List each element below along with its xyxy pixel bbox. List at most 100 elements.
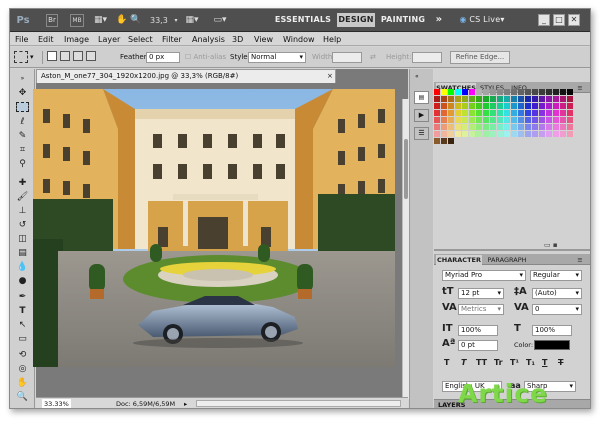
color-swatch[interactable] <box>518 89 524 95</box>
color-swatch[interactable] <box>539 117 545 123</box>
color-swatch[interactable] <box>504 110 510 116</box>
menu-help[interactable]: Help <box>323 33 341 46</box>
feather-input[interactable]: 0 px <box>146 52 180 63</box>
pen-tool-icon[interactable]: ✒ <box>14 291 31 303</box>
3d-orbit-tool-icon[interactable]: ◎ <box>14 363 31 375</box>
color-swatch[interactable] <box>525 103 531 109</box>
color-swatch[interactable] <box>441 89 447 95</box>
color-swatch[interactable] <box>532 117 538 123</box>
color-swatch[interactable] <box>448 89 454 95</box>
type-tool-icon[interactable]: T <box>14 305 31 317</box>
color-swatch[interactable] <box>546 117 552 123</box>
color-swatch[interactable] <box>525 89 531 95</box>
color-swatch[interactable] <box>567 89 573 95</box>
color-swatch[interactable] <box>490 89 496 95</box>
color-swatch[interactable] <box>539 110 545 116</box>
color-swatch[interactable] <box>504 89 510 95</box>
color-swatch[interactable] <box>469 89 475 95</box>
zoom-tool-icon[interactable]: 🔍 <box>130 14 142 27</box>
collapse-tools-icon[interactable]: » <box>14 73 31 85</box>
color-swatch[interactable] <box>532 103 538 109</box>
spot-healing-tool-icon[interactable]: ✚ <box>14 177 31 189</box>
color-swatch[interactable] <box>567 103 573 109</box>
color-swatch[interactable] <box>553 117 559 123</box>
brushes-panel-icon[interactable]: ☰ <box>414 127 429 140</box>
scrollbar-thumb[interactable] <box>404 139 408 199</box>
3d-rotate-tool-icon[interactable]: ⟲ <box>14 349 31 361</box>
color-swatch[interactable] <box>483 110 489 116</box>
color-swatch[interactable] <box>448 131 454 137</box>
color-swatch[interactable] <box>469 124 475 130</box>
color-swatch[interactable] <box>441 103 447 109</box>
close-document-icon[interactable]: × <box>327 71 333 82</box>
color-swatch[interactable] <box>560 117 566 123</box>
strikethrough-icon[interactable]: T <box>558 358 563 368</box>
mini-bridge-icon[interactable]: MB <box>70 14 84 27</box>
path-selection-tool-icon[interactable]: ↖ <box>14 319 31 331</box>
workspace-painting[interactable]: PAINTING <box>380 13 426 27</box>
color-swatch[interactable] <box>497 96 503 102</box>
color-swatch[interactable] <box>441 131 447 137</box>
color-swatch[interactable] <box>518 96 524 102</box>
color-swatch[interactable] <box>553 110 559 116</box>
color-swatch[interactable] <box>476 89 482 95</box>
color-swatch[interactable] <box>511 117 517 123</box>
color-swatch[interactable] <box>462 124 468 130</box>
color-swatch[interactable] <box>525 96 531 102</box>
all-caps-icon[interactable]: TT <box>476 358 487 368</box>
color-swatch[interactable] <box>476 117 482 123</box>
horizontal-scrollbar[interactable] <box>196 400 401 407</box>
underline-icon[interactable]: T <box>542 358 547 368</box>
color-swatch[interactable] <box>490 131 496 137</box>
color-swatch[interactable] <box>546 103 552 109</box>
color-swatch[interactable] <box>441 110 447 116</box>
color-swatch[interactable] <box>441 124 447 130</box>
color-swatch[interactable] <box>462 110 468 116</box>
color-swatch[interactable] <box>532 89 538 95</box>
faux-italic-icon[interactable]: T <box>461 358 466 368</box>
close-button[interactable]: ✕ <box>568 14 580 26</box>
color-swatch[interactable] <box>483 96 489 102</box>
color-swatch[interactable] <box>539 124 545 130</box>
color-swatch[interactable] <box>434 96 440 102</box>
history-brush-tool-icon[interactable]: ↺ <box>14 219 31 231</box>
color-swatch[interactable] <box>553 103 559 109</box>
color-swatch[interactable] <box>511 131 517 137</box>
shape-tool-icon[interactable]: ▭ <box>14 333 31 345</box>
color-swatch[interactable] <box>567 117 573 123</box>
minimize-button[interactable]: _ <box>538 14 550 26</box>
color-swatch[interactable] <box>560 124 566 130</box>
color-swatch[interactable] <box>511 96 517 102</box>
actions-panel-icon[interactable]: ▶ <box>414 109 429 122</box>
color-swatch[interactable] <box>434 131 440 137</box>
tab-paragraph[interactable]: PARAGRAPH <box>484 255 530 265</box>
color-swatch[interactable] <box>567 124 573 130</box>
color-swatch[interactable] <box>532 96 538 102</box>
menu-layer[interactable]: Layer <box>98 33 120 46</box>
color-swatch[interactable] <box>434 138 440 144</box>
workspace-design[interactable]: DESIGN <box>337 13 375 27</box>
leading-input[interactable]: (Auto) ▾ <box>532 288 582 299</box>
color-swatch[interactable] <box>560 89 566 95</box>
color-swatch[interactable] <box>462 89 468 95</box>
color-swatch[interactable] <box>455 117 461 123</box>
color-swatch[interactable] <box>455 124 461 130</box>
color-swatch[interactable] <box>497 124 503 130</box>
color-swatch[interactable] <box>455 110 461 116</box>
color-swatch[interactable] <box>553 89 559 95</box>
marquee-tool-icon[interactable] <box>16 102 29 112</box>
color-swatch[interactable] <box>504 103 510 109</box>
color-swatch[interactable] <box>483 124 489 130</box>
menu-select[interactable]: Select <box>128 33 153 46</box>
color-swatch[interactable] <box>532 110 538 116</box>
color-swatch[interactable] <box>518 110 524 116</box>
color-swatch[interactable] <box>448 96 454 102</box>
color-swatch[interactable] <box>532 131 538 137</box>
dodge-tool-icon[interactable]: ● <box>14 275 31 287</box>
cs-live-button[interactable]: ◉ CS Live▾ <box>457 13 507 27</box>
tab-character[interactable]: CHARACTER <box>436 255 482 265</box>
eraser-tool-icon[interactable]: ◫ <box>14 233 31 245</box>
color-swatch[interactable] <box>518 131 524 137</box>
arrange-documents-icon[interactable]: ▦▾ <box>185 14 199 27</box>
color-swatch[interactable] <box>511 89 517 95</box>
